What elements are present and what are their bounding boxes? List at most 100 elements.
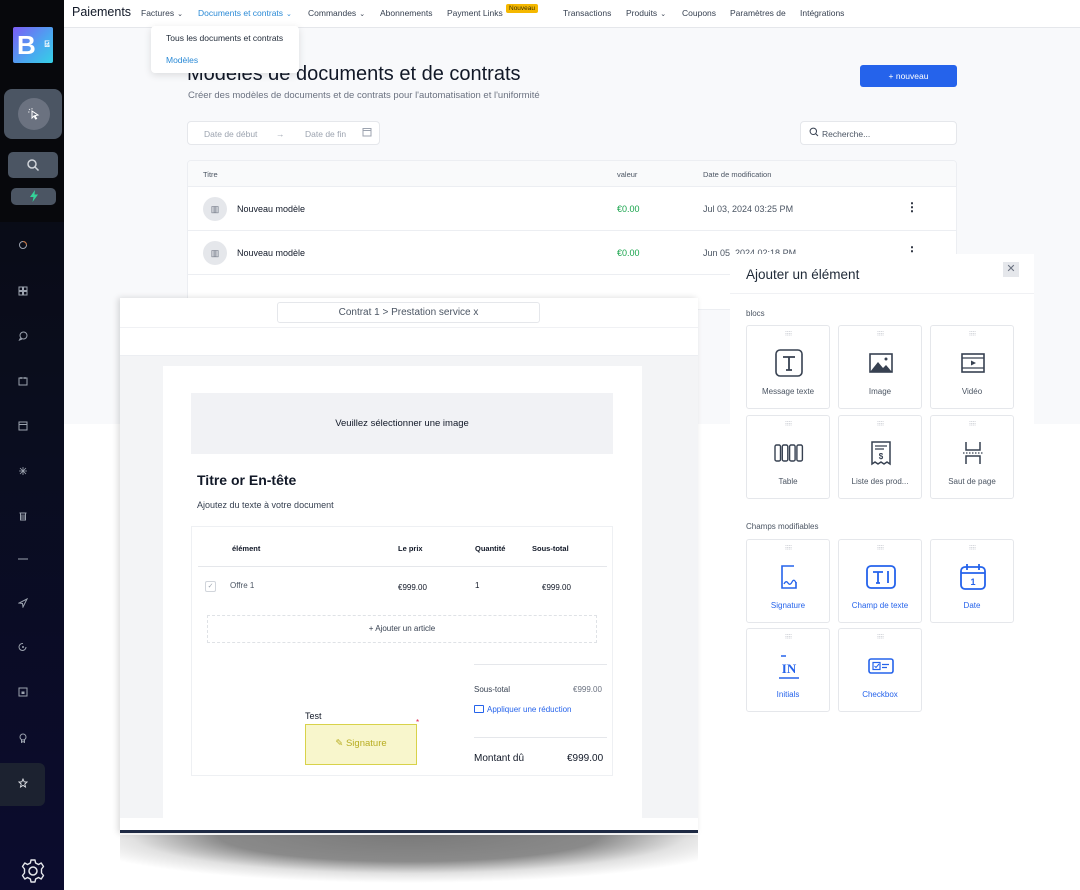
drag-handle-icon[interactable]: ⠿⠿: [839, 545, 921, 552]
qt-col-element: élément: [232, 544, 261, 553]
field-initials[interactable]: ⠿⠿ IN Initials: [746, 628, 830, 712]
drag-handle-icon[interactable]: ⠿⠿: [747, 545, 829, 552]
new-template-button[interactable]: + nouveau: [860, 65, 957, 87]
initials-icon: IN: [779, 655, 799, 679]
drag-handle-icon[interactable]: ⠿⠿: [747, 421, 829, 428]
nav-payment-links[interactable]: Payment Links: [447, 8, 503, 18]
date-range-picker[interactable]: Date de début → Date de fin: [187, 121, 380, 145]
nav-documents-contrats[interactable]: Documents et contrats ⌄: [198, 8, 292, 18]
signature-field[interactable]: ✎ Signature: [305, 724, 417, 765]
image-placeholder[interactable]: Veuillez sélectionner une image: [191, 393, 613, 454]
send-icon[interactable]: [14, 597, 32, 612]
cursor-tool-button[interactable]: [4, 89, 62, 139]
nav-brand[interactable]: Paiements: [72, 5, 131, 19]
nav-transactions[interactable]: Transactions: [563, 8, 611, 18]
chat-icon[interactable]: [14, 331, 32, 345]
drag-handle-icon[interactable]: ⠿⠿: [839, 634, 921, 641]
col-title[interactable]: Titre: [203, 170, 218, 179]
nav-label: Produits: [626, 8, 658, 18]
calendar-box-icon[interactable]: [14, 687, 32, 701]
app-logo[interactable]: B 4 E: [13, 27, 53, 63]
col-date[interactable]: Date de modification: [703, 170, 771, 179]
field-checkbox[interactable]: ⠿⠿ Checkbox: [838, 628, 922, 712]
nav-parametres[interactable]: Paramètres de: [730, 8, 786, 18]
more-options-icon[interactable]: ⋮: [906, 200, 918, 214]
element-video[interactable]: ⠿⠿ Vidéo: [930, 325, 1014, 409]
nav-produits[interactable]: Produits ⌄: [626, 8, 666, 18]
chevron-down-icon: ⌄: [359, 11, 366, 18]
element-message-texte[interactable]: ⠿⠿ Message texte: [746, 325, 830, 409]
nav-integrations[interactable]: Intégrations: [800, 8, 844, 18]
drag-handle-icon[interactable]: ⠿⠿: [931, 331, 1013, 338]
tile-label: Message texte: [761, 387, 815, 396]
trash-icon[interactable]: [14, 511, 32, 525]
image-icon: [869, 353, 893, 373]
close-icon[interactable]: ✕: [1003, 262, 1019, 277]
refresh-icon[interactable]: [14, 642, 32, 656]
document-heading[interactable]: Titre or En-tête: [197, 472, 296, 488]
table-row[interactable]: ▥ Nouveau modèle €0.00 Jul 03, 2024 03:2…: [188, 187, 956, 231]
date-start-input[interactable]: Date de début: [204, 129, 257, 139]
star-icon[interactable]: [14, 777, 32, 792]
signature-icon: [781, 565, 797, 589]
date-icon: 1: [960, 564, 986, 590]
element-table[interactable]: ⠿⠿ Table: [746, 415, 830, 499]
editor-breadcrumb[interactable]: Contrat 1 > Prestation service x: [277, 302, 540, 323]
archive-icon[interactable]: [14, 421, 32, 435]
calendar-icon[interactable]: [14, 376, 32, 390]
tile-label: Signature: [770, 601, 806, 610]
drag-handle-icon[interactable]: ⠿⠿: [839, 331, 921, 338]
add-item-button[interactable]: + Ajouter un article: [207, 615, 597, 643]
item-name[interactable]: Offre 1: [230, 581, 254, 590]
col-value[interactable]: valeur: [617, 170, 637, 179]
nav-label: Commandes: [308, 8, 357, 18]
drag-handle-icon[interactable]: ⠿⠿: [839, 421, 921, 428]
drag-handle-icon[interactable]: ⠿⠿: [747, 331, 829, 338]
nav-coupons[interactable]: Coupons: [682, 8, 716, 18]
document-chart-icon: ▥: [203, 197, 227, 221]
award-icon[interactable]: [14, 733, 32, 747]
item-checkbox[interactable]: ✓: [205, 581, 216, 592]
item-qty[interactable]: 1: [475, 581, 479, 590]
drag-handle-icon[interactable]: ⠿⠿: [747, 634, 829, 641]
item-price[interactable]: €999.00: [398, 583, 427, 592]
editor-footer: [120, 818, 698, 833]
minus-icon[interactable]: [14, 554, 32, 568]
date-end-input[interactable]: Date de fin: [305, 129, 346, 139]
subtotal-label: Sous-total: [474, 685, 511, 694]
text-field-icon: [866, 565, 896, 589]
rail-search-button[interactable]: [8, 152, 58, 178]
divider: [474, 737, 607, 738]
search-icon: [27, 159, 40, 172]
element-page-break[interactable]: ⠿⠿ Saut de page: [930, 415, 1014, 499]
document-paragraph[interactable]: Ajoutez du texte à votre document: [197, 500, 334, 510]
menu-item-all-documents[interactable]: Tous les documents et contrats: [166, 33, 283, 43]
signature-field-label: Signature: [345, 738, 387, 749]
nav-factures[interactable]: Factures ⌄: [141, 8, 183, 18]
nav-abonnements[interactable]: Abonnements: [380, 8, 432, 18]
element-image[interactable]: ⠿⠿ Image: [838, 325, 922, 409]
top-nav: Paiements Factures ⌄ Documents et contrat…: [64, 0, 1080, 28]
drag-handle-icon[interactable]: ⠿⠿: [931, 545, 1013, 552]
sparkle-icon[interactable]: [14, 466, 32, 480]
field-date[interactable]: ⠿⠿ 1 Date: [930, 539, 1014, 623]
subtotal-value: €999.00: [573, 685, 602, 694]
apply-discount-link[interactable]: Appliquer une réduction: [474, 705, 572, 714]
field-signature[interactable]: ⠿⠿ Signature: [746, 539, 830, 623]
drag-handle-icon[interactable]: ⠿⠿: [931, 421, 1013, 428]
document-chart-icon: ▥: [203, 241, 227, 265]
rail-quick-action-button[interactable]: [11, 188, 56, 205]
grid-icon[interactable]: [14, 286, 32, 300]
search-input[interactable]: Recherche...: [800, 121, 957, 145]
menu-item-modeles[interactable]: Modèles: [166, 55, 198, 65]
tile-label: Initials: [776, 690, 800, 699]
document-page: Veuillez sélectionner une image Titre or…: [163, 366, 642, 818]
qt-col-subtotal: Sous-total: [532, 544, 569, 553]
field-text[interactable]: ⠿⠿ Champ de texte: [838, 539, 922, 623]
element-product-list[interactable]: ⠿⠿ $ Liste des prod...: [838, 415, 922, 499]
nav-commandes[interactable]: Commandes ⌄: [308, 8, 365, 18]
table-icon: [774, 444, 804, 462]
circle-icon[interactable]: [14, 240, 32, 254]
gear-icon[interactable]: [20, 858, 46, 884]
amount-due-label: Montant dû: [474, 753, 525, 764]
